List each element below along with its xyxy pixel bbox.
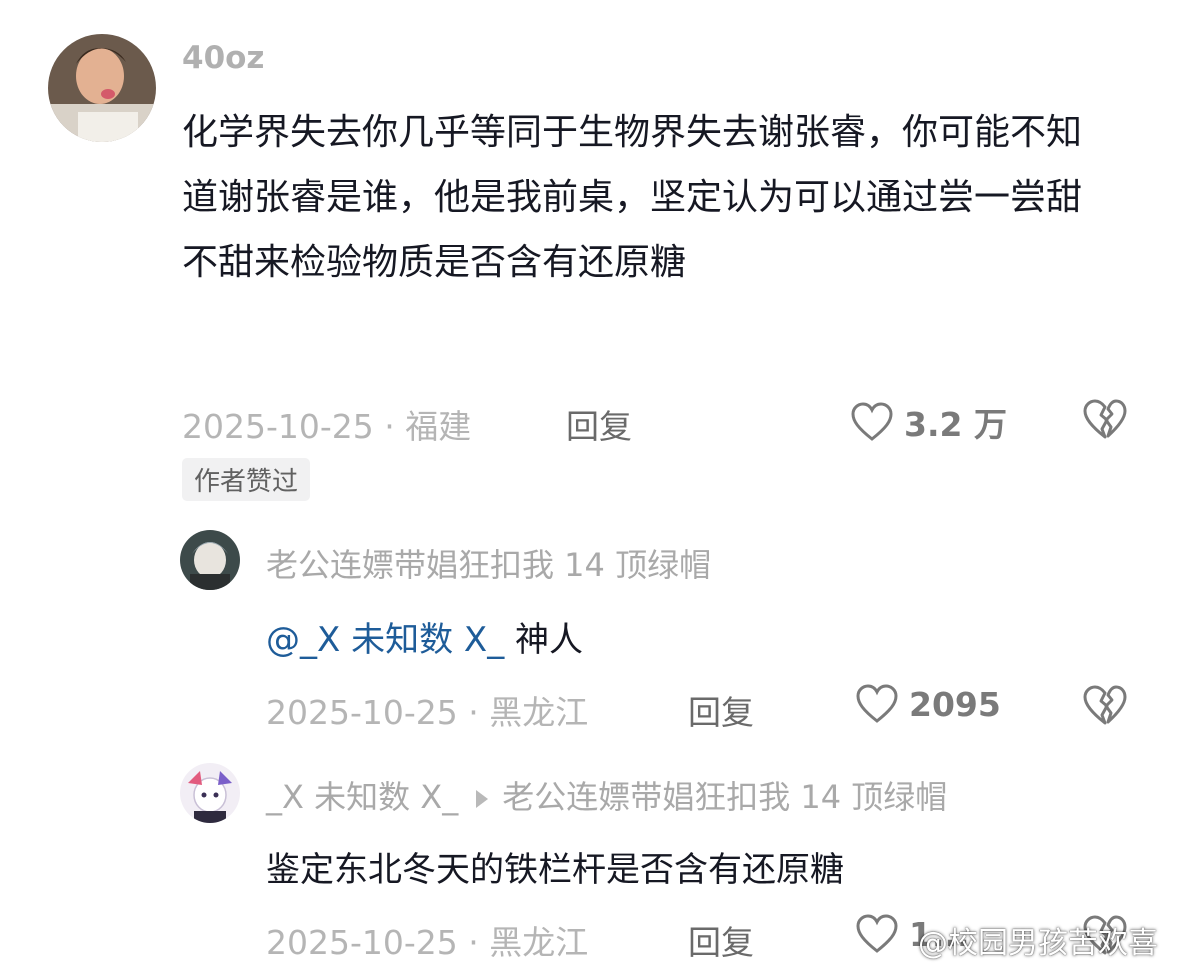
reply1-reply-button[interactable]: 回复 (688, 686, 754, 734)
comment-avatar[interactable] (48, 34, 156, 142)
reply1-username[interactable]: 老公连嫖带娼狂扣我 14 顶绿帽 (266, 540, 711, 586)
arrow-icon (476, 790, 489, 808)
reply2-reply-to[interactable]: 老公连嫖带娼狂扣我 14 顶绿帽 (502, 778, 947, 816)
reply2-meta: 2025-10-25 · 黑龙江 (266, 923, 589, 962)
author-liked-badge: 作者赞过 (182, 458, 311, 501)
reply2-username[interactable]: _X 未知数 X_ (266, 778, 458, 816)
reply1-dislike-button[interactable] (1082, 684, 1128, 726)
reply2-text: 鉴定东北冬天的铁栏杆是否含有还原糖 (266, 850, 844, 890)
heart-icon (856, 684, 898, 723)
broken-heart-icon (1083, 685, 1127, 725)
comment-dislike-button[interactable] (1082, 398, 1128, 440)
reply1-like-count: 2095 (909, 684, 1001, 724)
comment-meta: 2025-10-25 · 福建 (182, 407, 472, 446)
comment-like-count: 3.2 万 (904, 405, 1007, 444)
reply2-reply-button[interactable]: 回复 (688, 916, 754, 964)
comment-username[interactable]: 40oz (182, 40, 264, 76)
reply1-like-button[interactable]: 2095 (855, 684, 1001, 724)
broken-heart-icon (1083, 399, 1127, 439)
reply1-meta: 2025-10-25 · 黑龙江 (266, 693, 589, 732)
person-avatar-icon (48, 34, 156, 142)
reply2-username-line: _X 未知数 X_ 老公连嫖带娼狂扣我 14 顶绿帽 (266, 772, 947, 818)
reply1-mention-link[interactable]: @_X 未知数 X_ (266, 620, 504, 660)
heart-icon (856, 914, 898, 953)
anime-avatar-icon (180, 530, 240, 590)
comment-reply-button[interactable]: 回复 (566, 400, 632, 448)
anime-avatar-icon (180, 763, 240, 823)
reply1-text-line: @_X 未知数 X_ 神人 (266, 612, 583, 661)
reply1-avatar[interactable] (180, 530, 240, 590)
comment-text: 化学界失去你几乎等同于生物界失去谢张睿，你可能不知道谢张睿是谁，他是我前桌，坚定… (182, 112, 1083, 283)
reply2-avatar[interactable] (180, 763, 240, 823)
reply1-text: 神人 (504, 620, 584, 660)
comment-like-button[interactable]: 3.2 万 (850, 398, 1007, 446)
heart-icon (851, 402, 893, 441)
watermark: @校园男孩苦欢喜 (918, 926, 1158, 961)
